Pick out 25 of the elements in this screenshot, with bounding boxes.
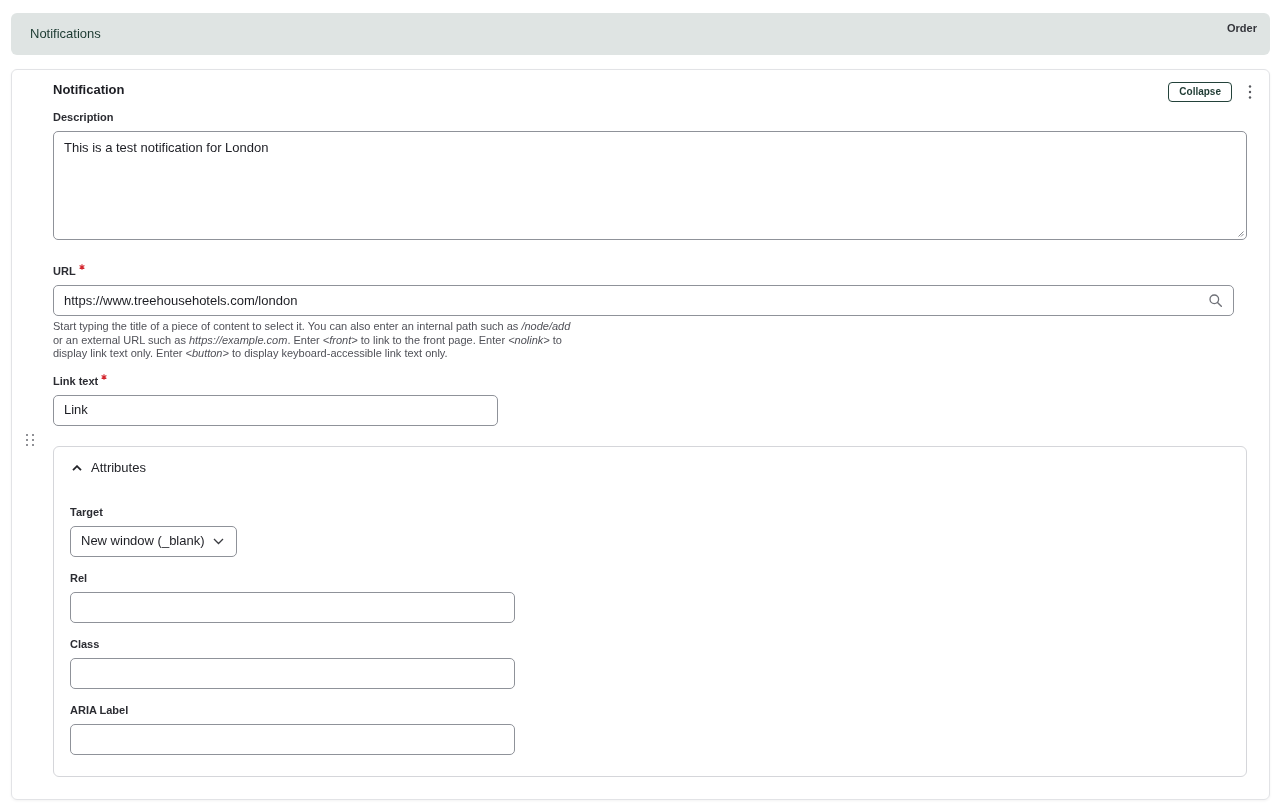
attributes-toggle[interactable]: Attributes [72,459,146,476]
column-header: Notifications [30,25,101,44]
resize-handle-icon[interactable] [1238,231,1244,237]
text-field[interactable] [70,723,515,755]
field-label: Class [70,637,100,650]
text-field[interactable] [70,591,515,623]
description-textarea[interactable]: This is a test notification for London [53,131,1247,240]
drag-handle-icon[interactable] [26,434,34,447]
collapse-button[interactable]: Collapse [1168,82,1232,102]
help-text: Start typing the title of a piece of content to select it. You can also enter an internal path such as /node/add or an external URL such as https://example.com. Enter <front> to link to the front page. Enter <nolink> to display link text only. Enter <button> to display keyboard-accessible link text only. [53,320,572,361]
column-header: Order [1227,21,1257,36]
kebab-menu-icon[interactable] [1248,85,1252,99]
text-field[interactable] [70,657,515,689]
target-select[interactable]: New window (_blank) [70,525,237,557]
field-label: Description [53,111,114,123]
field-label: URL [53,265,76,277]
field-label: Rel [70,571,88,584]
url-field[interactable]: https://www.treehousehotels.com/london [53,285,1234,316]
field-label: Target [70,505,103,518]
chevron-down-icon [213,537,224,545]
search-icon[interactable] [1209,294,1222,307]
field-label: ARIA Label [70,703,129,716]
paragraph-title: Notification [53,82,125,98]
text-field[interactable]: Link [53,394,498,426]
field-label: Link text [53,374,99,387]
